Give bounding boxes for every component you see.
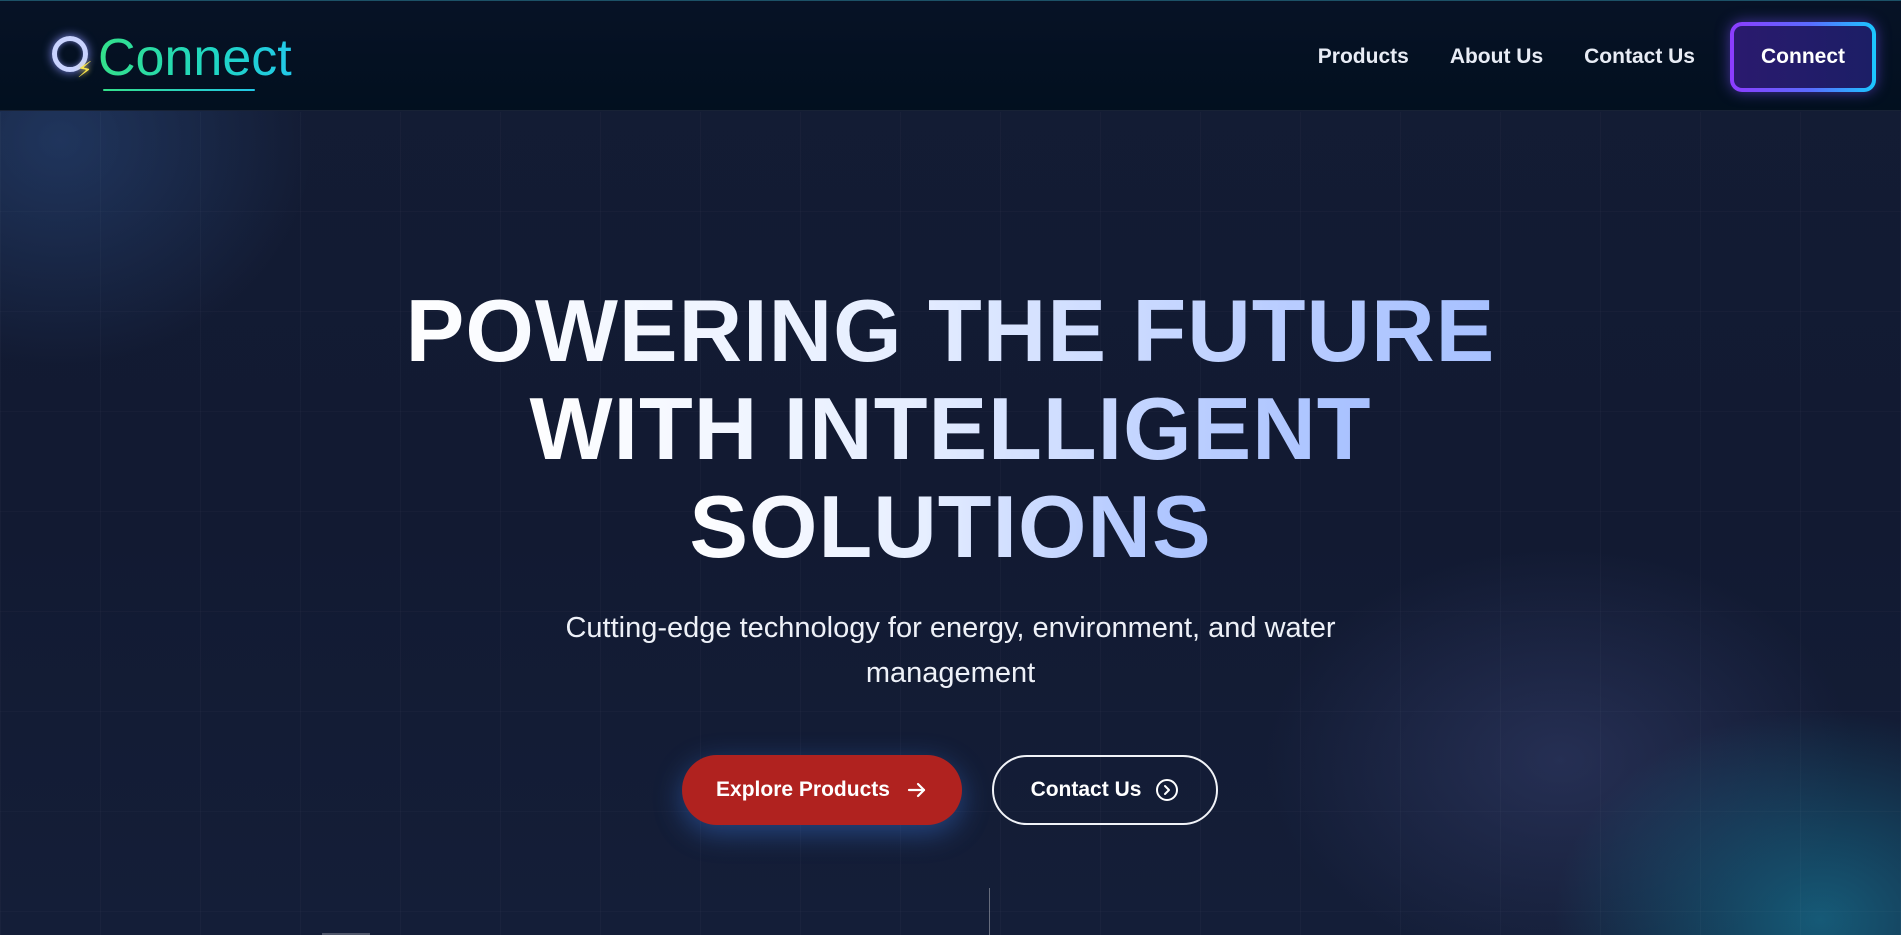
connect-button[interactable]: Connect (1730, 22, 1876, 92)
site-header: ⚡ Connect Products About Us Contact Us C… (0, 0, 1901, 111)
arrow-right-icon (906, 779, 928, 801)
power-ring-bolt-icon: ⚡ (50, 32, 102, 84)
scroll-indicator-line (989, 888, 990, 935)
connect-button-label: Connect (1734, 26, 1872, 88)
nav-link-about-us[interactable]: About Us (1450, 45, 1543, 69)
hero-subtitle-line-1: Cutting-edge technology for energy, envi… (565, 612, 1336, 644)
logo-text: Connect (98, 29, 292, 87)
hero-subtitle: Cutting-edge technology for energy, envi… (450, 606, 1451, 696)
chevron-right-circle-icon (1155, 778, 1179, 802)
nav-link-contact-us[interactable]: Contact Us (1584, 45, 1695, 69)
contact-us-button[interactable]: Contact Us (992, 755, 1218, 825)
hero-title-line-3: SOLUTIONS (681, 478, 1219, 576)
explore-products-label: Explore Products (716, 778, 890, 801)
explore-products-button[interactable]: Explore Products (682, 755, 962, 825)
hero-subtitle-line-2: management (865, 657, 1036, 689)
nav-link-products[interactable]: Products (1318, 45, 1409, 69)
hero-title: POWERING THE FUTURE WITH INTELLIGENT SOL… (0, 282, 1901, 576)
hero-title-line-2: WITH INTELLIGENT (521, 380, 1379, 478)
landing-page: ⚡ Connect Products About Us Contact Us C… (0, 0, 1901, 935)
hero-title-line-1: POWERING THE FUTURE (398, 282, 1504, 380)
logo[interactable]: ⚡ Connect (50, 23, 292, 93)
logo-underline (103, 89, 255, 91)
contact-us-label: Contact Us (1030, 778, 1142, 801)
main-nav: Products About Us Contact Us (1318, 1, 1695, 112)
